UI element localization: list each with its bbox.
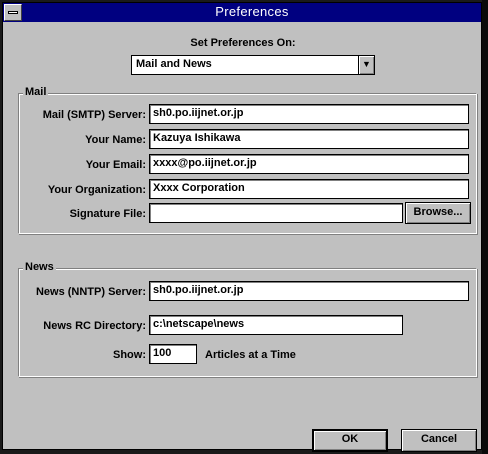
your-name-field[interactable]: Kazuya Ishikawa: [149, 129, 469, 149]
minus-icon: [8, 11, 18, 14]
browse-button[interactable]: Browse...: [405, 202, 471, 224]
smtp-server-label: Mail (SMTP) Server:: [42, 109, 146, 121]
preferences-dialog: Preferences Set Preferences On: Mail and…: [2, 2, 482, 452]
system-menu-button[interactable]: [4, 4, 22, 21]
dropdown-arrow-icon[interactable]: ▼: [358, 56, 374, 74]
smtp-server-field[interactable]: sh0.po.iijnet.or.jp: [149, 104, 469, 124]
signature-file-field[interactable]: [149, 203, 403, 223]
your-email-field[interactable]: xxxx@po.iijnet.or.jp: [149, 154, 469, 174]
set-preferences-label: Set Preferences On:: [190, 37, 296, 49]
organization-field[interactable]: Xxxx Corporation: [149, 179, 469, 199]
signature-file-label: Signature File:: [69, 208, 146, 220]
organization-label: Your Organization:: [47, 184, 146, 196]
articles-count-field[interactable]: 100: [149, 344, 197, 364]
right-desktop-edge: [482, 0, 488, 454]
category-select[interactable]: Mail and News ▼: [131, 55, 375, 75]
news-rc-directory-field[interactable]: c:\netscape\news: [149, 315, 403, 335]
category-select-value: Mail and News: [136, 58, 212, 70]
nntp-server-field[interactable]: sh0.po.iijnet.or.jp: [149, 281, 469, 301]
news-group-label: News: [23, 261, 56, 273]
show-label: Show:: [113, 349, 146, 361]
articles-at-a-time-label: Articles at a Time: [205, 349, 296, 361]
nntp-server-label: News (NNTP) Server:: [35, 286, 146, 298]
ok-button[interactable]: OK: [312, 429, 388, 452]
your-email-label: Your Email:: [85, 159, 146, 171]
news-rc-directory-label: News RC Directory:: [43, 320, 146, 332]
window-title: Preferences: [215, 4, 289, 19]
your-name-label: Your Name:: [85, 134, 146, 146]
mail-group-label: Mail: [23, 86, 49, 98]
cancel-button[interactable]: Cancel: [401, 429, 477, 452]
title-bar[interactable]: Preferences: [3, 3, 481, 22]
